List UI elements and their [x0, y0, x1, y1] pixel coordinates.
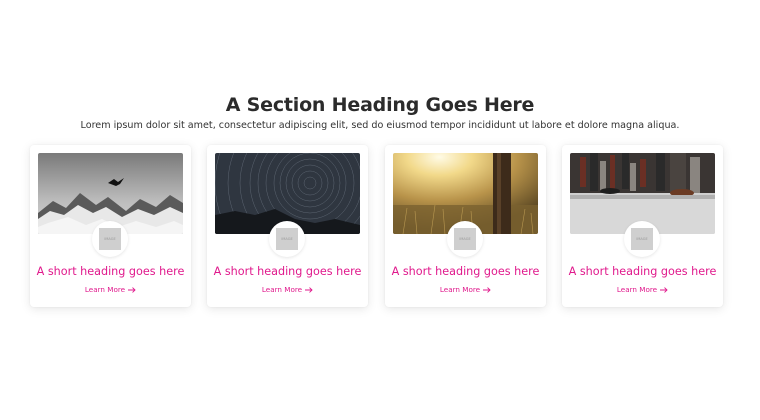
avatar-ring: IMAGE [269, 221, 305, 257]
avatar-placeholder-text: IMAGE [281, 237, 293, 241]
section-subtext: Lorem ipsum dolor sit amet, consectetur … [80, 120, 680, 131]
avatar: IMAGE [276, 228, 298, 250]
avatar-ring: IMAGE [92, 221, 128, 257]
learn-more-link[interactable]: Learn More [207, 285, 368, 294]
feature-card: IMAGE A short heading goes here Learn Mo… [207, 145, 368, 307]
card-title: A short heading goes here [213, 265, 362, 278]
avatar-placeholder-text: IMAGE [459, 237, 471, 241]
learn-more-label: Learn More [616, 285, 658, 294]
learn-more-link[interactable]: Learn More [385, 285, 546, 294]
avatar-placeholder-text: IMAGE [104, 237, 116, 241]
avatar-placeholder-text: IMAGE [636, 237, 648, 241]
avatar-ring: IMAGE [624, 221, 660, 257]
learn-more-link[interactable]: Learn More [30, 285, 191, 294]
avatar: IMAGE [99, 228, 121, 250]
feature-card: IMAGE A short heading goes here Learn Mo… [30, 145, 191, 307]
card-title: A short heading goes here [391, 265, 540, 278]
card-title: A short heading goes here [568, 265, 717, 278]
card-title: A short heading goes here [36, 265, 185, 278]
feature-card: IMAGE A short heading goes here Learn Mo… [385, 145, 546, 307]
arrow-right-icon [660, 287, 668, 293]
avatar: IMAGE [631, 228, 653, 250]
arrow-right-icon [128, 287, 136, 293]
feature-section: A Section Heading Goes Here Lorem ipsum … [0, 0, 760, 420]
learn-more-link[interactable]: Learn More [562, 285, 723, 294]
learn-more-label: Learn More [439, 285, 481, 294]
avatar: IMAGE [454, 228, 476, 250]
arrow-right-icon [305, 287, 313, 293]
arrow-right-icon [483, 287, 491, 293]
avatar-ring: IMAGE [447, 221, 483, 257]
learn-more-label: Learn More [261, 285, 303, 294]
feature-card: IMAGE A short heading goes here Learn Mo… [562, 145, 723, 307]
learn-more-label: Learn More [84, 285, 126, 294]
section-heading: A Section Heading Goes Here [225, 94, 535, 116]
